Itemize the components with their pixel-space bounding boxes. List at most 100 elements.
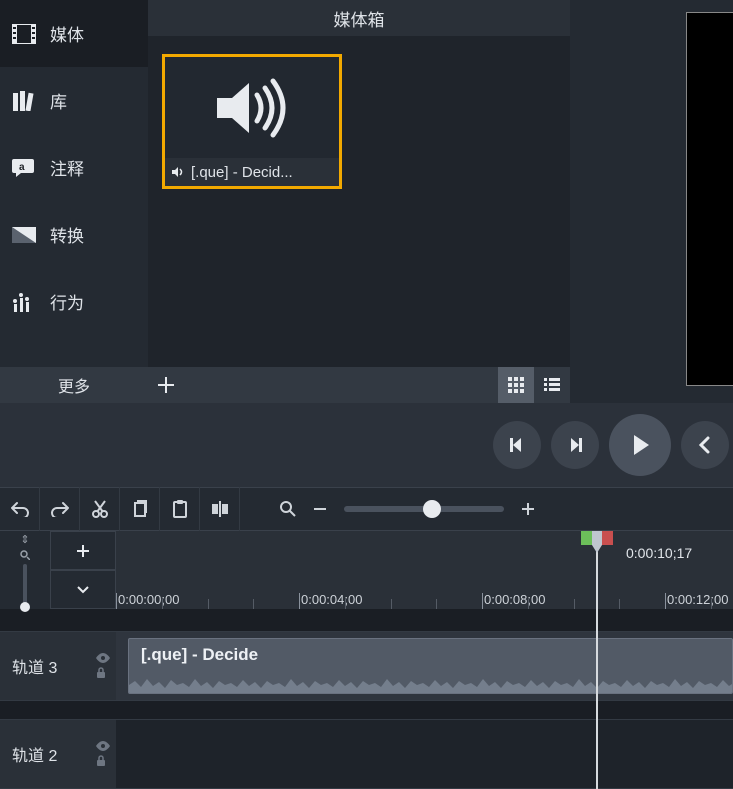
sidebar-item-label: 注释 bbox=[50, 155, 84, 180]
track-lane[interactable] bbox=[116, 720, 733, 788]
list-icon bbox=[544, 377, 560, 393]
step-forward-button[interactable] bbox=[551, 421, 599, 469]
redo-button[interactable] bbox=[40, 487, 80, 531]
svg-text:a: a bbox=[19, 162, 25, 173]
play-button[interactable] bbox=[609, 414, 671, 476]
media-bin-footer bbox=[148, 367, 570, 403]
ruler-label: 0:00:04;00 bbox=[301, 592, 362, 607]
media-item-caption: [.que] - Decid... bbox=[191, 164, 293, 181]
ruler-label: 0:00:08;00 bbox=[484, 592, 545, 607]
track-row: 轨道 2 bbox=[0, 719, 733, 789]
sidebar-item-behaviors[interactable]: 行为 bbox=[0, 268, 148, 335]
double-arrow-icon: ⇕ bbox=[20, 533, 29, 546]
track-name: 轨道 2 bbox=[12, 742, 57, 766]
track-row: 轨道 3 [.que] - Decide bbox=[0, 631, 733, 701]
eye-icon[interactable] bbox=[96, 653, 110, 663]
step-back-icon bbox=[507, 435, 527, 455]
zoom-out-button[interactable] bbox=[308, 487, 332, 531]
collapse-tracks-button[interactable] bbox=[50, 570, 116, 609]
track-header[interactable]: 轨道 2 bbox=[0, 720, 116, 788]
chevron-left-icon bbox=[696, 436, 714, 454]
playhead-time: 0:00:10;17 bbox=[626, 545, 692, 561]
lock-icon[interactable] bbox=[96, 755, 110, 767]
sidebar-more-button[interactable]: 更多 bbox=[0, 367, 148, 403]
plus-icon bbox=[158, 377, 174, 393]
annotation-icon: a bbox=[12, 156, 36, 180]
track-height-slider[interactable] bbox=[23, 564, 27, 608]
timeline-ruler[interactable]: 0:00:00;00 0:00:04;00 0:00:08;00 0:00:12… bbox=[116, 531, 733, 609]
track-height-slider-group: ⇕ bbox=[0, 531, 50, 609]
plus-icon bbox=[77, 545, 89, 557]
sidebar: 媒体 库 a 注释 转换 行为 更多 bbox=[0, 0, 148, 403]
track-header[interactable]: 轨道 3 bbox=[0, 632, 116, 700]
zoom-slider-knob[interactable] bbox=[423, 500, 441, 518]
media-bin-body[interactable]: [.que] - Decid... bbox=[148, 36, 570, 367]
track-lane[interactable]: [.que] - Decide bbox=[116, 632, 733, 700]
zoom-controls bbox=[280, 487, 540, 531]
magnifier-small-icon bbox=[20, 550, 30, 560]
sidebar-item-label: 库 bbox=[50, 88, 67, 113]
lock-icon[interactable] bbox=[96, 667, 110, 679]
ruler-label: 0:00:12;00 bbox=[667, 592, 728, 607]
audio-thumbnail bbox=[165, 57, 339, 158]
media-item-caption-row: [.que] - Decid... bbox=[165, 158, 339, 186]
plus-icon bbox=[522, 503, 534, 515]
paste-icon bbox=[172, 500, 188, 518]
minus-icon bbox=[314, 503, 326, 515]
sidebar-item-label: 媒体 bbox=[50, 21, 84, 46]
sidebar-item-label: 转换 bbox=[50, 222, 84, 247]
step-back-button[interactable] bbox=[493, 421, 541, 469]
step-forward-icon bbox=[565, 435, 585, 455]
grid-icon bbox=[508, 377, 524, 393]
speaker-icon bbox=[207, 73, 297, 143]
clip-title: [.que] - Decide bbox=[141, 645, 720, 665]
split-icon bbox=[211, 500, 229, 518]
copy-button[interactable] bbox=[120, 487, 160, 531]
books-icon bbox=[12, 89, 36, 113]
play-icon bbox=[627, 432, 653, 458]
undo-button[interactable] bbox=[0, 487, 40, 531]
timeline-toolbar bbox=[0, 487, 733, 531]
undo-icon bbox=[11, 501, 29, 517]
prev-clip-button[interactable] bbox=[681, 421, 729, 469]
media-bin-panel: 媒体箱 [.que] - Decid... bbox=[148, 0, 570, 403]
media-item[interactable]: [.que] - Decid... bbox=[162, 54, 342, 189]
magnifier-icon bbox=[280, 501, 296, 517]
track-name: 轨道 3 bbox=[12, 654, 57, 678]
sidebar-item-library[interactable]: 库 bbox=[0, 67, 148, 134]
chevron-down-icon bbox=[77, 586, 89, 594]
preview-panel bbox=[570, 0, 733, 403]
eye-icon[interactable] bbox=[96, 741, 110, 751]
sidebar-item-media[interactable]: 媒体 bbox=[0, 0, 148, 67]
cut-button[interactable] bbox=[80, 487, 120, 531]
playback-bar bbox=[0, 403, 733, 487]
split-button[interactable] bbox=[200, 487, 240, 531]
add-track-button[interactable] bbox=[50, 531, 116, 570]
playhead[interactable]: 0:00:10;17 bbox=[596, 537, 598, 789]
speaker-small-icon bbox=[171, 166, 185, 178]
zoom-slider[interactable] bbox=[344, 506, 504, 512]
redo-icon bbox=[51, 501, 69, 517]
grid-view-button[interactable] bbox=[498, 367, 534, 403]
track-height-knob[interactable] bbox=[20, 602, 30, 612]
ruler-label: 0:00:00;00 bbox=[118, 592, 179, 607]
paste-button[interactable] bbox=[160, 487, 200, 531]
film-icon bbox=[12, 22, 36, 46]
add-media-button[interactable] bbox=[148, 367, 184, 403]
waveform-icon bbox=[129, 673, 733, 693]
zoom-in-button[interactable] bbox=[516, 487, 540, 531]
transition-icon bbox=[12, 223, 36, 247]
preview-canvas[interactable] bbox=[686, 12, 733, 386]
sidebar-item-transitions[interactable]: 转换 bbox=[0, 201, 148, 268]
sidebar-item-label: 行为 bbox=[50, 289, 84, 314]
playhead-handle[interactable] bbox=[581, 531, 613, 551]
audio-clip[interactable]: [.que] - Decide bbox=[128, 638, 733, 694]
sidebar-item-annotations[interactable]: a 注释 bbox=[0, 134, 148, 201]
copy-icon bbox=[132, 500, 148, 518]
behavior-icon bbox=[12, 290, 36, 314]
list-view-button[interactable] bbox=[534, 367, 570, 403]
media-bin-title: 媒体箱 bbox=[148, 0, 570, 36]
track-header-controls: ⇕ bbox=[0, 531, 116, 609]
scissors-icon bbox=[92, 500, 108, 518]
more-label: 更多 bbox=[58, 373, 90, 397]
